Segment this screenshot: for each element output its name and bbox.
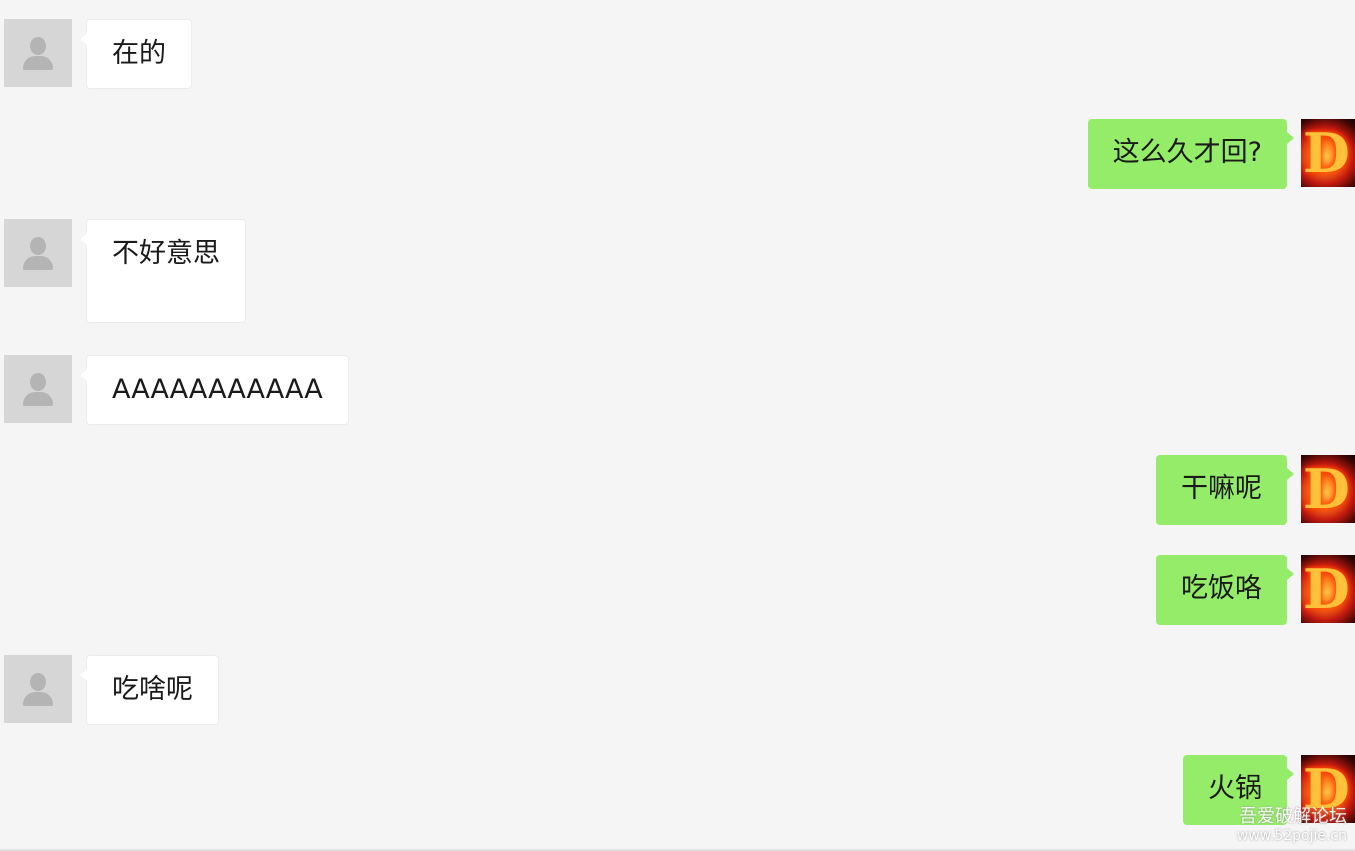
person-icon-body [23,56,53,70]
watermark-title: 吾爱破解论坛 [1239,806,1347,827]
default-user-avatar[interactable] [4,355,72,423]
avatar-glyph: D [1303,121,1350,185]
message-bubble[interactable]: 吃啥呢 [80,655,219,725]
person-icon-body [23,392,53,406]
message-incoming: AAAAAAAAAAA [4,355,349,425]
avatar-glyph: D [1303,557,1350,621]
default-user-avatar[interactable] [4,19,72,87]
fire-d-avatar[interactable]: D [1301,555,1355,623]
message-bubble[interactable]: 干嘛呢 [1156,455,1294,525]
message-incoming: 吃啥呢 [4,655,219,725]
message-outgoing: D 吃饭咯 [1156,555,1355,625]
message-incoming: 不好意思 [4,219,246,323]
message-bubble[interactable]: 吃饭咯 [1156,555,1294,625]
person-icon-head [30,237,46,255]
avatar-glyph: D [1303,457,1350,521]
person-icon-body [23,256,53,270]
message-outgoing: D 干嘛呢 [1156,455,1355,525]
default-user-avatar[interactable] [4,655,72,723]
person-icon-body [23,692,53,706]
watermark: 吾爱破解论坛 www.52pojie.cn [1237,807,1347,845]
person-icon-head [30,37,46,55]
message-outgoing: D 这么久才回? [1087,119,1355,189]
chat-window: 在的 D 这么久才回? 不好意思 AAAAAAAAAAA D 干嘛呢 D 吃饭咯 [0,0,1355,851]
fire-d-avatar[interactable]: D [1301,119,1355,187]
fire-d-avatar[interactable]: D [1301,455,1355,523]
person-icon-head [30,373,46,391]
person-icon-head [30,673,46,691]
message-bubble[interactable]: 不好意思 [80,219,246,323]
message-bubble[interactable]: AAAAAAAAAAA [80,355,349,425]
message-bubble[interactable]: 这么久才回? [1087,119,1295,189]
watermark-url: www.52pojie.cn [1236,828,1347,844]
message-bubble[interactable]: 在的 [80,19,192,89]
default-user-avatar[interactable] [4,219,72,287]
message-incoming: 在的 [4,19,192,89]
